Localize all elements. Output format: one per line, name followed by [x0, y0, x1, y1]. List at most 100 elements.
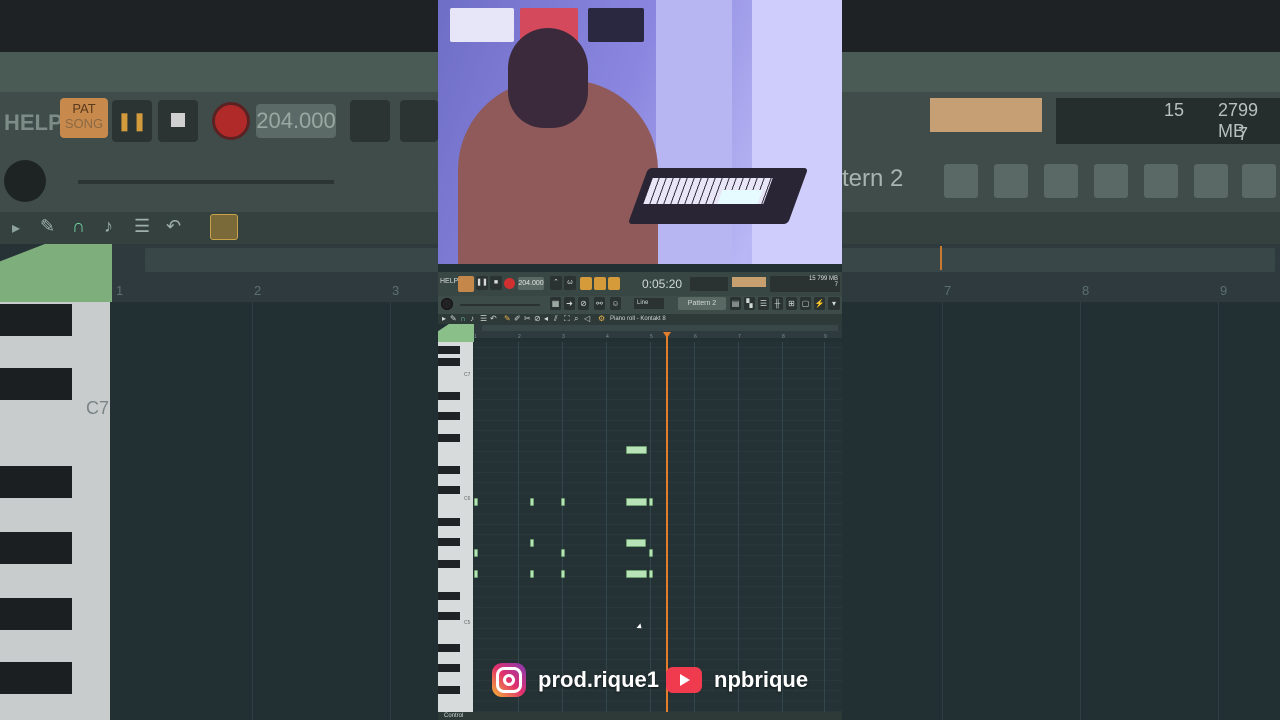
metronome-icon[interactable]: ⌃	[550, 276, 562, 290]
black-key[interactable]	[438, 486, 460, 494]
channel-rack-icon[interactable]: ☰	[758, 297, 769, 310]
mixer-icon[interactable]: ╫	[772, 297, 783, 310]
black-key[interactable]	[438, 538, 460, 546]
black-key[interactable]	[438, 686, 460, 694]
pat-song-toggle[interactable]	[458, 276, 474, 292]
note[interactable]	[626, 498, 647, 506]
countdown-icon[interactable]	[580, 277, 592, 290]
paint-tool-icon[interactable]: ✐	[514, 315, 521, 323]
playlist-icon[interactable]: ▤	[730, 297, 741, 310]
browser-icon[interactable]: ⊞	[786, 297, 797, 310]
black-key[interactable]	[438, 518, 460, 526]
black-key[interactable]	[438, 358, 460, 366]
webcam-video	[438, 0, 842, 264]
pencil-tool-icon[interactable]: ✎	[504, 315, 511, 323]
piano-keys[interactable]	[438, 342, 473, 712]
slice-tool-icon[interactable]: ⫽	[554, 315, 558, 323]
note[interactable]	[474, 549, 478, 557]
wrench-icon[interactable]: ✎	[450, 315, 457, 323]
user-icon[interactable]: ☺	[610, 297, 621, 310]
black-key[interactable]	[438, 346, 460, 354]
bg-pattern-fragment: tern 2	[842, 165, 904, 192]
undo-icon[interactable]: ↶	[490, 315, 497, 323]
black-key[interactable]	[438, 392, 460, 400]
bg-undo-icon: ↶	[166, 216, 182, 236]
note[interactable]	[649, 549, 653, 557]
bar-line	[694, 342, 695, 712]
ruler-number: 9	[824, 334, 827, 340]
black-key[interactable]	[438, 412, 460, 420]
note[interactable]	[626, 539, 646, 547]
plugin-picker-icon[interactable]: ▾	[828, 297, 840, 310]
bg-file-icon	[1194, 164, 1228, 198]
note[interactable]	[474, 498, 478, 506]
loop-record-icon[interactable]	[608, 277, 620, 290]
playhead-marker[interactable]	[663, 332, 671, 338]
note[interactable]	[530, 539, 534, 547]
bar-line	[518, 342, 519, 712]
plugin-icon[interactable]: ⚡	[814, 297, 825, 310]
note-icon[interactable]: ♪	[470, 315, 474, 323]
snap-select[interactable]: Line	[634, 298, 664, 309]
black-key[interactable]	[438, 466, 460, 474]
black-key[interactable]	[438, 644, 460, 652]
mute-icon[interactable]: ⊘	[578, 297, 589, 310]
magnet-icon[interactable]: ∩	[460, 315, 466, 323]
ruler-number: 4	[606, 334, 609, 340]
bg-grid-line	[1218, 302, 1219, 720]
step-edit-icon[interactable]: ➜	[564, 297, 575, 310]
black-key[interactable]	[438, 612, 460, 620]
black-key[interactable]	[438, 592, 460, 600]
note[interactable]	[530, 498, 534, 506]
blend-icon[interactable]	[594, 277, 606, 290]
note[interactable]	[626, 570, 647, 578]
note[interactable]	[649, 498, 653, 506]
record-button[interactable]	[504, 278, 515, 289]
note-grid[interactable]	[474, 342, 842, 712]
bg-polyphony: 7	[1238, 124, 1249, 144]
zoom-tool-icon[interactable]: ⌕	[574, 315, 578, 323]
bar-line	[782, 342, 783, 712]
bg-record-button	[212, 102, 250, 140]
note[interactable]	[649, 570, 653, 578]
note[interactable]	[561, 498, 565, 506]
menu-arrow-icon[interactable]: ▸	[442, 315, 446, 323]
playback-tool-icon[interactable]: ◁	[584, 315, 590, 323]
options-icon[interactable]: ☰	[480, 315, 487, 323]
bg-output-meter	[930, 98, 1042, 132]
ruler-number: 1	[474, 334, 477, 340]
stop-button[interactable]: ■	[490, 276, 502, 290]
plugin-target-icon[interactable]: ⚙	[598, 315, 605, 323]
bg-cpu: 15	[1164, 100, 1185, 120]
link-icon[interactable]: ⚯	[594, 297, 605, 310]
event-editor-label[interactable]: Control	[438, 712, 842, 720]
output-meter	[732, 277, 766, 287]
master-volume-knob[interactable]	[441, 298, 453, 310]
black-key[interactable]	[438, 560, 460, 568]
black-key[interactable]	[438, 434, 460, 442]
master-pitch-slider[interactable]	[460, 304, 540, 306]
project-icon[interactable]: ▢	[800, 297, 811, 310]
note[interactable]	[561, 570, 565, 578]
wait-icon[interactable]: ω	[564, 276, 576, 290]
select-tool-icon[interactable]: ⛶	[564, 315, 570, 323]
pattern-select[interactable]: Pattern 2	[678, 297, 726, 310]
ruler-number: 7	[738, 334, 741, 340]
horizontal-scrollbar[interactable]	[482, 325, 838, 331]
mute-tool-icon[interactable]: ⊘	[534, 315, 541, 323]
bar-line	[650, 342, 651, 712]
note[interactable]	[474, 570, 478, 578]
typing-keyboard-icon[interactable]: ▦	[550, 297, 561, 310]
shelf-box	[588, 8, 644, 42]
piano-roll-title: Piano roll - Kontakt 8	[610, 316, 666, 322]
piano-roll-icon[interactable]: ▚	[744, 297, 755, 310]
tempo-display[interactable]: 204.000	[518, 277, 544, 290]
note[interactable]	[561, 549, 565, 557]
pause-button[interactable]: ❚❚	[476, 276, 488, 290]
black-key[interactable]	[438, 664, 460, 672]
note[interactable]	[530, 570, 534, 578]
note[interactable]	[626, 446, 647, 454]
ruler-number: 8	[782, 334, 785, 340]
delete-tool-icon[interactable]: ✂	[524, 315, 531, 323]
slip-tool-icon[interactable]: ◂	[544, 315, 548, 323]
